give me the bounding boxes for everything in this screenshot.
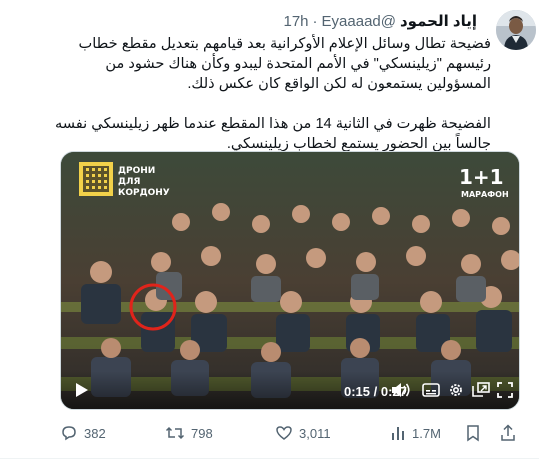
channel-subtitle: МАРАФОН [461,190,509,199]
action-bar: 382 798 3,011 1.7M [60,423,520,443]
picture-in-picture-icon[interactable] [470,380,492,400]
tweet-card[interactable]: إياد الحمود @Eyaaaad · 17h فضيحة تطال وس… [0,0,539,459]
views-icon [392,427,404,440]
tweet-paragraph-2: الفضيحة ظهرت في الثانية 14 من هذا المقطع… [54,116,491,152]
tweet-time[interactable]: 17h [284,13,309,30]
views-count: 1.7M [412,425,441,441]
share-button[interactable] [500,423,516,443]
tweet-header: إياد الحمود @Eyaaaad · 17h [284,12,478,31]
author-handle[interactable]: @Eyaaaad [322,13,396,30]
fullscreen-icon[interactable] [494,380,516,400]
reply-icon [62,426,76,441]
header-separator: · [312,12,318,30]
tweet-text: فضيحة تطال وسائل الإعلام الأوكرانية بعد … [51,34,491,154]
video-player[interactable]: ДРОНИ ДЛЯ КОРДОНУ 1+1 МАРАФОН 0:15 / 0:2… [60,151,520,410]
captions-icon[interactable] [420,380,442,400]
volume-icon[interactable] [390,380,412,400]
bookmark-icon [467,425,479,442]
like-button[interactable]: 3,011 [275,423,331,443]
video-controls: 0:15 / 0:27 [61,371,519,409]
like-count: 3,011 [299,425,331,441]
bookmark-button[interactable] [465,423,481,443]
play-icon[interactable] [71,380,93,400]
channel-logo: 1+1 [459,165,504,189]
repost-button[interactable]: 798 [165,423,213,443]
qr-code [79,162,113,196]
share-icon [501,424,515,441]
reply-button[interactable]: 382 [60,423,106,443]
author-name[interactable]: إياد الحمود [400,12,477,30]
views-button[interactable]: 1.7M [390,423,441,443]
reply-count: 382 [84,425,106,441]
repost-icon [165,426,185,440]
settings-gear-icon[interactable] [445,380,467,400]
repost-count: 798 [191,425,213,441]
avatar[interactable] [496,10,536,50]
video-overlay-text: ДРОНИ ДЛЯ КОРДОНУ [118,166,170,198]
tweet-paragraph-1: فضيحة تطال وسائل الإعلام الأوكرانية بعد … [78,36,491,92]
heart-icon [276,426,292,440]
avatar-image [496,10,536,50]
